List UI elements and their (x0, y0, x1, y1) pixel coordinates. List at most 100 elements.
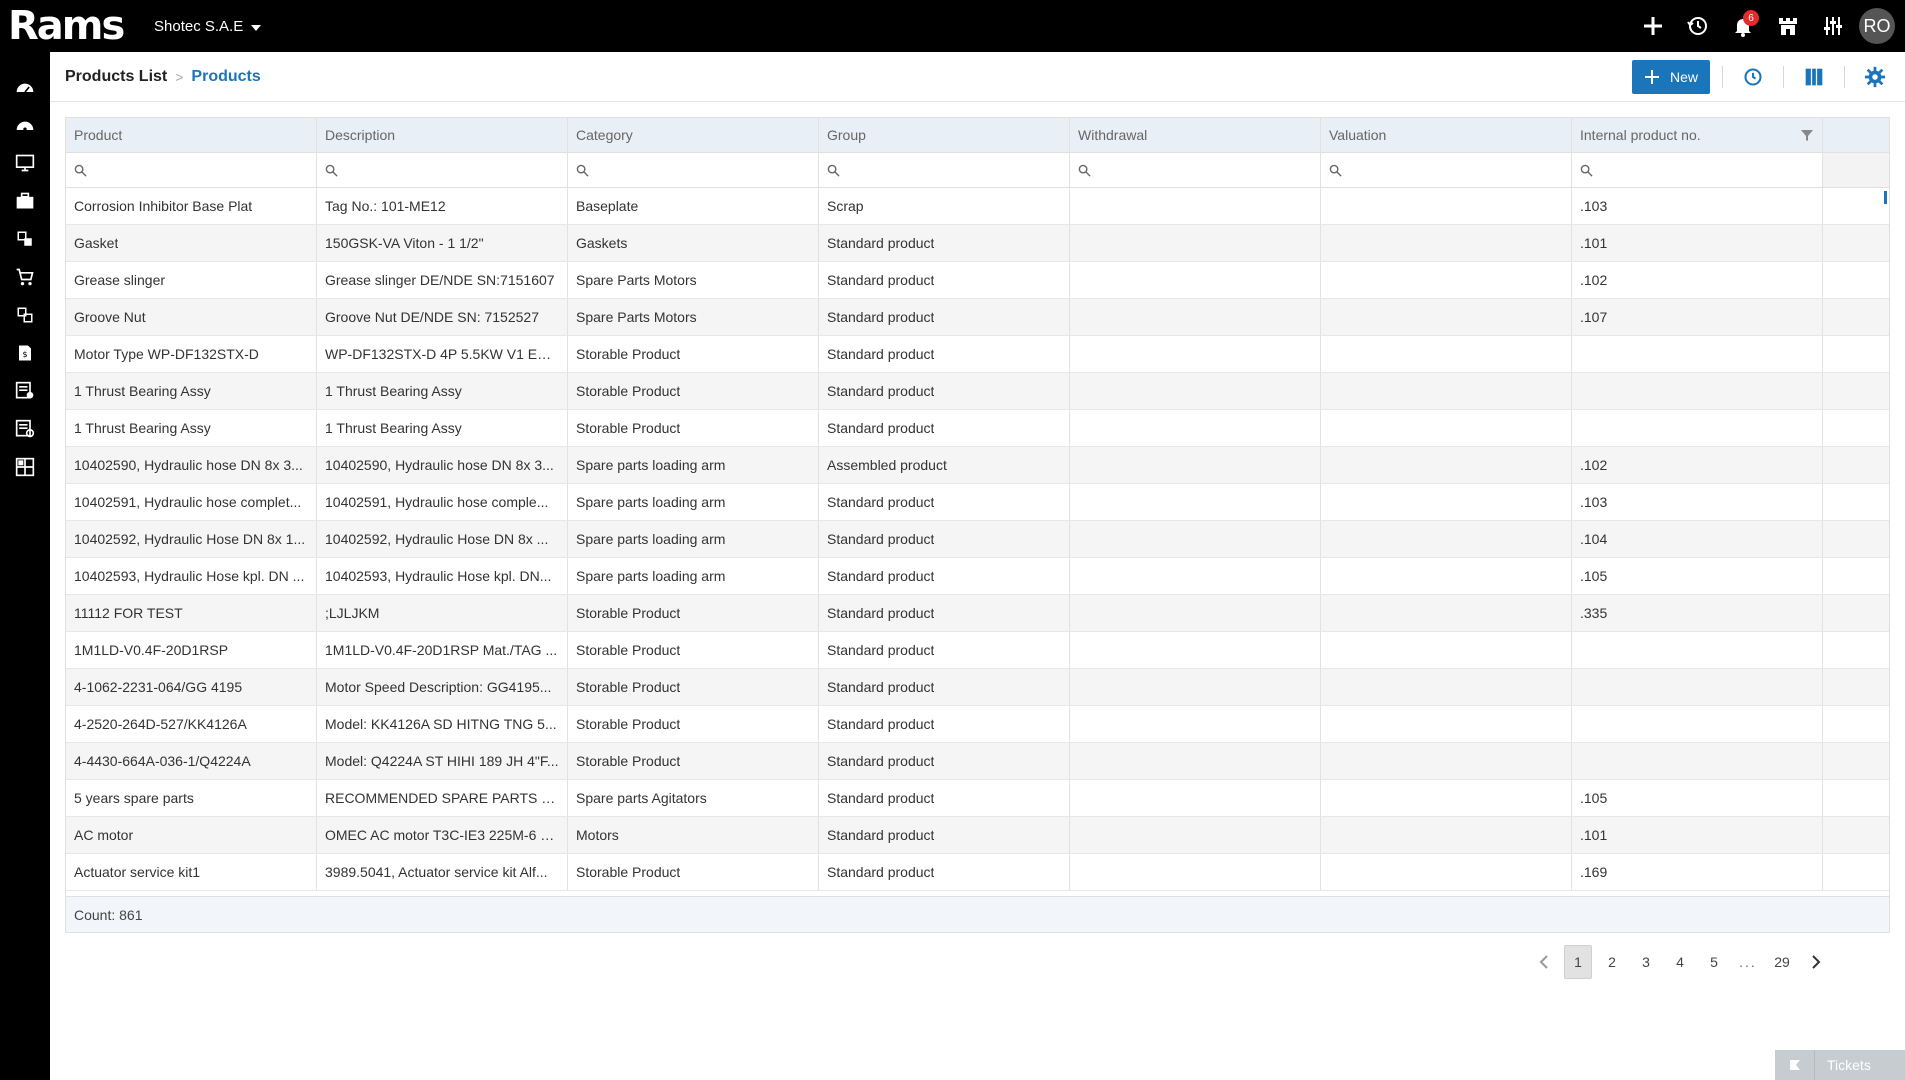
prev-page-button[interactable] (1530, 945, 1558, 979)
cell-text: OMEC AC motor T3C-IE3 225M-6 3... (325, 827, 559, 843)
app-logo[interactable]: Rams (0, 0, 140, 52)
breadcrumb-parent[interactable]: Products List (65, 68, 167, 86)
cell-group: Scrap (819, 188, 1070, 224)
cell-text: .102 (1580, 272, 1608, 288)
gauge-icon[interactable] (0, 106, 50, 144)
table-row[interactable]: Groove Nut Groove Nut DE/NDE SN: 7152527 S… (66, 299, 1889, 336)
table-row[interactable]: 10402590, Hydraulic hose DN 8x 3... 10402… (66, 447, 1889, 484)
monitor-icon[interactable] (0, 144, 50, 182)
filter-icon[interactable] (1800, 128, 1814, 142)
column-header-label: Group (827, 127, 866, 143)
table-row[interactable]: Grease slinger Grease slinger DE/NDE SN:7… (66, 262, 1889, 299)
table-row[interactable]: 4-1062-2231-064/GG 4195 Motor Speed Descr… (66, 669, 1889, 706)
checklist-icon[interactable] (0, 372, 50, 410)
cell-withdrawal (1070, 632, 1321, 668)
filter-input-internal-product-no[interactable] (1572, 153, 1823, 187)
plus-icon[interactable] (1630, 0, 1675, 52)
filter-input-withdrawal[interactable] (1070, 153, 1321, 187)
search-icon (1078, 164, 1091, 177)
table-row[interactable]: AC motor OMEC AC motor T3C-IE3 225M-6 3..… (66, 817, 1889, 854)
page-button-5[interactable]: 5 (1700, 945, 1728, 979)
column-header-internal-product-no[interactable]: Internal product no. (1572, 118, 1823, 152)
page-button-4[interactable]: 4 (1666, 945, 1694, 979)
breadcrumb-current: Products (191, 67, 261, 85)
cell-text: 3989.5041, Actuator service kit Alf... (325, 864, 548, 880)
table-row[interactable]: 1M1LD-V0.4F-20D1RSP 1M1LD-V0.4F-20D1RSP M… (66, 632, 1889, 669)
table-row[interactable]: 4-2520-264D-527/KK4126A Model: KK4126A SD… (66, 706, 1889, 743)
company-name: Shotec S.A.E (154, 17, 244, 35)
search-icon (1329, 164, 1342, 177)
table-row[interactable]: 10402591, Hydraulic hose complet... 10402… (66, 484, 1889, 521)
cell-product: Corrosion Inhibitor Base Plat (66, 188, 317, 224)
cell-text: Spare Parts Motors (576, 309, 697, 325)
bell-icon[interactable]: 6 (1720, 0, 1765, 52)
cell-text: Groove Nut (74, 309, 146, 325)
transfer-icon[interactable] (0, 296, 50, 334)
page-button-3[interactable]: 3 (1632, 945, 1660, 979)
table-row[interactable]: Actuator service kit1 3989.5041, Actuator… (66, 854, 1889, 891)
table-row[interactable]: 10402593, Hydraulic Hose kpl. DN ... 1040… (66, 558, 1889, 595)
table-row[interactable]: Corrosion Inhibitor Base Plat Tag No.: 10… (66, 188, 1889, 225)
column-header-product[interactable]: Product (66, 118, 317, 152)
cell-valuation (1321, 632, 1572, 668)
filter-input-group[interactable] (819, 153, 1070, 187)
invoice-icon[interactable]: $ (0, 334, 50, 372)
column-header-valuation[interactable]: Valuation (1321, 118, 1572, 152)
briefcase-icon[interactable] (0, 182, 50, 220)
cell-text: 1 Thrust Bearing Assy (74, 420, 211, 436)
cell-product: 10402592, Hydraulic Hose DN 8x 1... (66, 521, 317, 557)
dashboard-icon[interactable] (0, 68, 50, 106)
next-page-button[interactable] (1802, 945, 1830, 979)
column-header-spacer (1823, 118, 1889, 152)
filter-input-valuation[interactable] (1321, 153, 1572, 187)
scrollbar[interactable] (1884, 191, 1887, 204)
columns-icon[interactable] (1784, 52, 1844, 102)
filter-input-product[interactable] (66, 153, 317, 187)
cell-text: Storable Product (576, 864, 681, 880)
table-row[interactable]: 1 Thrust Bearing Assy 1 Thrust Bearing As… (66, 373, 1889, 410)
column-header-group[interactable]: Group (819, 118, 1070, 152)
table-row[interactable]: 10402592, Hydraulic Hose DN 8x 1... 10402… (66, 521, 1889, 558)
filter-input-category[interactable] (568, 153, 819, 187)
modules-icon[interactable] (0, 220, 50, 258)
cell-text: Assembled product (827, 457, 947, 473)
cell-withdrawal (1070, 336, 1321, 372)
cell-description: RECOMMENDED SPARE PARTS FO... (317, 780, 568, 816)
grid-icon[interactable] (0, 448, 50, 486)
filter-input-description[interactable] (317, 153, 568, 187)
table-row[interactable]: 4-4430-664A-036-1/Q4224A Model: Q4224A ST… (66, 743, 1889, 780)
cell-description: 1 Thrust Bearing Assy (317, 373, 568, 409)
cell-valuation (1321, 225, 1572, 261)
column-header-description[interactable]: Description (317, 118, 568, 152)
new-button[interactable]: New (1631, 60, 1710, 94)
avatar[interactable]: RO (1859, 8, 1895, 44)
cell-text: Motors (576, 827, 619, 843)
grid-body: Product Description Category Group Withd… (66, 118, 1889, 891)
table-row[interactable]: Motor Type WP-DF132STX-D WP-DF132STX-D 4P… (66, 336, 1889, 373)
cell-spacer (1823, 558, 1889, 594)
refresh-icon[interactable] (1723, 52, 1783, 102)
table-row[interactable]: Gasket 150GSK-VA Viton - 1 1/2" Gaskets Sta… (66, 225, 1889, 262)
history-icon[interactable] (1675, 0, 1720, 52)
tickets-button[interactable]: Tickets (1775, 1050, 1905, 1080)
table-row[interactable]: 1 Thrust Bearing Assy 1 Thrust Bearing As… (66, 410, 1889, 447)
search-icon (827, 164, 840, 177)
cell-text: 150GSK-VA Viton - 1 1/2" (325, 235, 484, 251)
page-ellipsis: ... (1739, 954, 1757, 970)
cell-withdrawal (1070, 484, 1321, 520)
cell-text: Gasket (74, 235, 119, 251)
column-header-category[interactable]: Category (568, 118, 819, 152)
table-row[interactable]: 11112 FOR TEST ;LJLJKM Storable Product Sta… (66, 595, 1889, 632)
store-icon[interactable] (1765, 0, 1810, 52)
company-selector[interactable]: Shotec S.A.E (154, 17, 262, 35)
gear-icon[interactable] (1845, 52, 1905, 102)
page-button-last[interactable]: 29 (1768, 945, 1796, 979)
column-header-withdrawal[interactable]: Withdrawal (1070, 118, 1321, 152)
page-button-2[interactable]: 2 (1598, 945, 1626, 979)
report-icon[interactable] (0, 410, 50, 448)
cell-group: Standard product (819, 706, 1070, 742)
page-button-1[interactable]: 1 (1564, 945, 1592, 979)
sliders-icon[interactable] (1810, 0, 1855, 52)
table-row[interactable]: 5 years spare parts RECOMMENDED SPARE PAR… (66, 780, 1889, 817)
cart-icon[interactable] (0, 258, 50, 296)
